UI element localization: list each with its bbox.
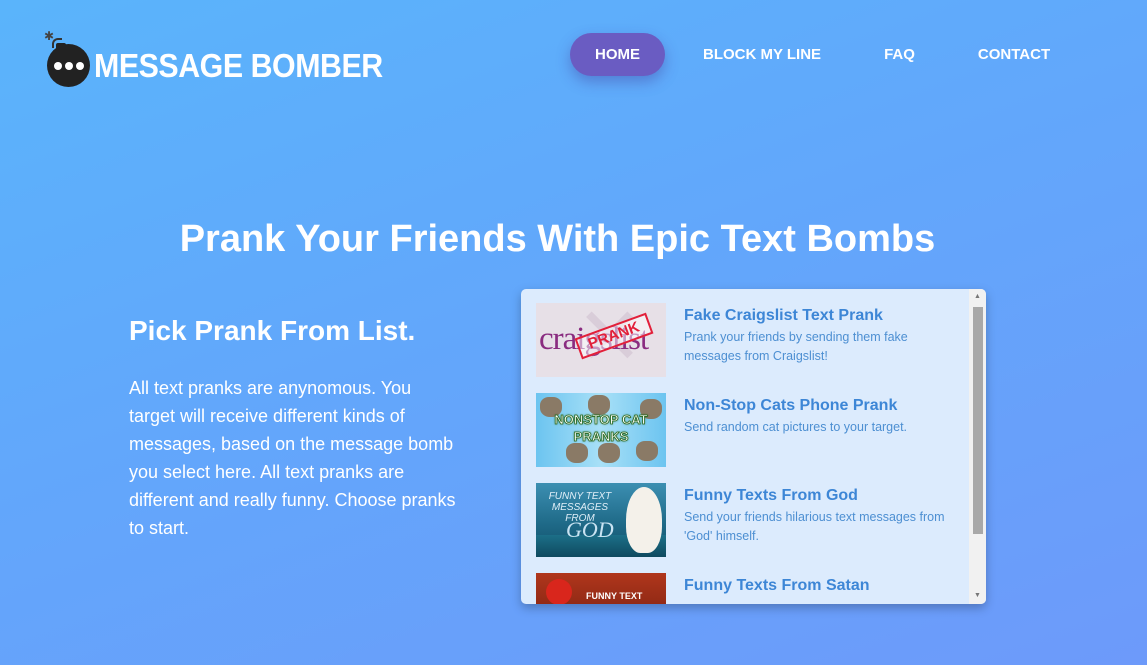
prank-title: Fake Craigslist Text Prank bbox=[684, 307, 883, 324]
nav-block-my-line[interactable]: BLOCK MY LINE bbox=[678, 33, 846, 76]
nav-contact[interactable]: CONTACT bbox=[953, 33, 1075, 76]
prank-list: ✕ craigslist PRANK Fake Craigslist Text … bbox=[521, 289, 969, 604]
thumb-god-word: GOD bbox=[566, 517, 614, 542]
intro-heading: Pick Prank From List. bbox=[129, 315, 416, 346]
scroll-up-arrow-icon[interactable]: ▲ bbox=[969, 293, 986, 301]
prank-description: Send random cat pictures to your target. bbox=[684, 420, 908, 434]
thumb-satan-text: FUNNY TEXT bbox=[586, 591, 643, 601]
main-nav: HOME BLOCK MY LINE FAQ CONTACT bbox=[570, 33, 1075, 76]
craigslist-thumbnail: ✕ craigslist PRANK bbox=[536, 303, 666, 377]
thumb-cats-text: NONSTOP CAT PRANKS bbox=[554, 412, 648, 445]
list-scrollbar[interactable]: ▲ ▼ bbox=[969, 289, 986, 604]
prank-title: Non-Stop Cats Phone Prank bbox=[684, 397, 898, 414]
cats-thumbnail: NONSTOP CAT PRANKS bbox=[536, 393, 666, 467]
prank-description: Send your friends hilarious text message… bbox=[684, 510, 945, 543]
prank-list-panel: ✕ craigslist PRANK Fake Craigslist Text … bbox=[521, 289, 986, 604]
intro-section: Pick Prank From List. All text pranks ar… bbox=[129, 315, 459, 542]
prank-item-cats[interactable]: NONSTOP CAT PRANKS Non-Stop Cats Phone P… bbox=[536, 393, 966, 473]
prank-title: Funny Texts From God bbox=[684, 487, 858, 504]
scroll-down-arrow-icon[interactable]: ▼ bbox=[969, 592, 986, 600]
prank-item-craigslist[interactable]: ✕ craigslist PRANK Fake Craigslist Text … bbox=[536, 303, 966, 383]
nav-home[interactable]: HOME bbox=[570, 33, 665, 76]
satan-thumbnail: FUNNY TEXT bbox=[536, 573, 666, 604]
logo-text: MESSAGE BOMBER bbox=[94, 47, 383, 84]
prank-item-god[interactable]: FUNNY TEXT MESSAGES FROM GOD Funny Texts… bbox=[536, 483, 966, 563]
bomb-icon: ✱ bbox=[44, 30, 90, 88]
prank-description: Prank your friends by sending them fake … bbox=[684, 330, 908, 363]
scroll-thumb[interactable] bbox=[973, 307, 983, 534]
god-thumbnail: FUNNY TEXT MESSAGES FROM GOD bbox=[536, 483, 666, 557]
site-logo[interactable]: ✱ MESSAGE BOMBER bbox=[44, 30, 408, 88]
page-headline: Prank Your Friends With Epic Text Bombs bbox=[179, 218, 936, 260]
nav-faq[interactable]: FAQ bbox=[859, 33, 940, 76]
prank-title: Funny Texts From Satan bbox=[684, 577, 870, 594]
prank-item-satan[interactable]: FUNNY TEXT Funny Texts From Satan bbox=[536, 573, 966, 604]
intro-body: All text pranks are anynomous. You targe… bbox=[129, 378, 456, 538]
